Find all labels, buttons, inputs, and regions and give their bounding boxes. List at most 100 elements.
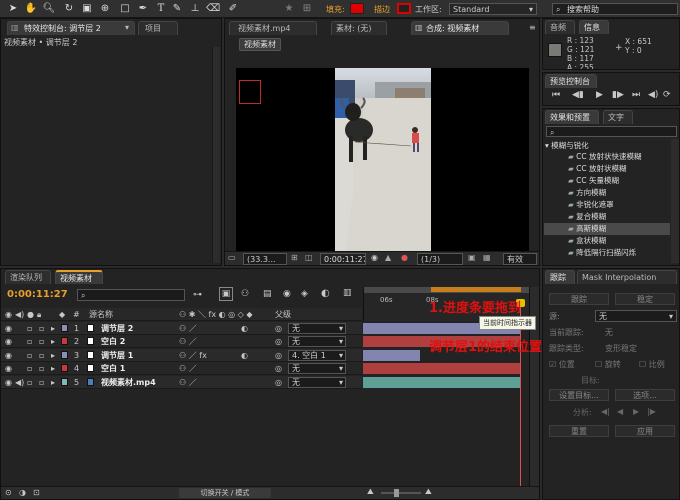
zoom-in-icon[interactable]: ⛰ [425, 487, 432, 497]
lock-icon[interactable]: ▥ [415, 23, 423, 32]
expand-arrow-icon[interactable]: ▸ [51, 323, 55, 334]
brush-tool-icon[interactable]: ✎ [170, 2, 184, 16]
layer-label-color[interactable] [61, 364, 68, 373]
show-snapshot-icon[interactable]: ▲ [385, 253, 391, 262]
roto-brush-tool-icon[interactable]: ✐ [226, 2, 240, 16]
scrollbar[interactable] [212, 47, 220, 263]
analyze-forward-icon[interactable]: ▶ [633, 407, 639, 416]
audio-toggle-icon[interactable]: ◀) [15, 377, 24, 388]
stabilize-button[interactable]: 稳定 [615, 293, 675, 305]
zoom-select[interactable]: (33.3... [243, 253, 287, 265]
layer-label-color[interactable] [61, 377, 68, 386]
zoom-out-icon[interactable]: ⛰ [367, 487, 374, 497]
work-area-end[interactable] [431, 287, 521, 292]
layer-name[interactable]: 视频素材.mp4 [101, 377, 156, 388]
layer-switches[interactable]: ⚇ ／ [179, 336, 197, 347]
first-frame-icon[interactable]: ⏮ [552, 90, 560, 100]
zoom-tool-icon[interactable]: 🔍︎ [42, 2, 56, 16]
effects-list-item[interactable]: ▰ CC 矢量模糊 [544, 175, 670, 187]
help-search-input[interactable]: ⌕ 搜索帮助 [552, 3, 678, 15]
grid-icon[interactable]: ⊞ [291, 253, 298, 262]
layer-duration-bar[interactable] [363, 363, 521, 375]
panel-menu-icon[interactable]: ≡ [529, 23, 536, 32]
viewer-sub-tab[interactable]: 视频素材 [239, 38, 281, 51]
effects-list-item[interactable]: ▰ 非锐化遮罩 [544, 199, 670, 211]
lock-toggle-box[interactable]: ▫ [39, 350, 44, 361]
tab-mask-interpolation[interactable]: Mask Interpolation [577, 270, 677, 284]
layer-row[interactable]: ◉ ▫ ▫ ▸ 4 空白 1 ⚇ ／ ◎ 无 ▾ [1, 362, 362, 376]
comp-settings-icon[interactable]: ⊙ [5, 488, 12, 497]
mask-visibility-icon[interactable]: ◫ [305, 253, 313, 262]
analyze-back-icon[interactable]: ◀| [601, 407, 610, 416]
loop-icon[interactable]: ⟳ [663, 90, 671, 100]
layer-row[interactable]: ◉ ▫ ▫ ▸ 1 调节层 2 ⚇ ／ ◐ ◎ 无 ▾ [1, 322, 362, 335]
workspace-select[interactable]: Standard ▾ [449, 3, 537, 15]
effects-category[interactable]: ▾ 模糊与锐化 [545, 140, 671, 151]
effects-list-item[interactable]: ▰ CC 放射状快速模糊 [544, 151, 670, 163]
tab-info[interactable]: 信息 [579, 20, 609, 34]
effects-list-item[interactable]: ▰ 方向模糊 [544, 187, 670, 199]
parent-select[interactable]: 无 ▾ [288, 363, 346, 375]
layer-row[interactable]: ◉ ▫ ▫ ▸ 2 空白 2 ⚇ ／ ◎ 无 ▾ [1, 335, 362, 349]
tab-render-queue[interactable]: 渲染队列 [5, 270, 51, 284]
frame-blending-icon[interactable]: ▤ [263, 289, 272, 299]
layer-row[interactable]: ◉ ◀) ▫ ▫ ▸ 5 视频素材.mp4 ⚇ ／ ◎ 无 ▾ [1, 375, 362, 389]
source-select[interactable]: 无 ▾ [595, 310, 677, 322]
text-tool-icon[interactable]: T [154, 2, 168, 16]
comp-mini-flowchart-icon[interactable]: ⊶ [193, 290, 202, 300]
effects-list-item[interactable]: ▰ CC 放射状模糊 [544, 163, 670, 175]
motion-blur-icon[interactable]: ◉ [283, 289, 291, 299]
parent-pickwhip-icon[interactable]: ◎ [275, 377, 282, 388]
zoom-slider-thumb[interactable] [394, 489, 399, 497]
graph-editor-icon[interactable]: ◐ [321, 288, 330, 299]
tab-material[interactable]: 素材: (无) [331, 21, 387, 35]
mask-tool-icon[interactable]: □ [118, 2, 132, 16]
layer-switches[interactable]: ⚇ ／ fx [179, 350, 207, 361]
parent-pickwhip-icon[interactable]: ◎ [275, 323, 282, 334]
timeline-search-input[interactable]: ⌕ [77, 289, 185, 301]
layer-row[interactable]: ◉ ▫ ▫ ▸ 3 调节层 1 ⚇ ／ fx ◐ ◎ 4. 空白 1 ▾ [1, 348, 362, 362]
hand-tool-icon[interactable]: ✋ [24, 2, 38, 16]
tab-audio[interactable]: 音频 [545, 20, 575, 34]
solo-toggle-box[interactable]: ▫ [27, 336, 32, 347]
viewer-timecode[interactable]: 0:00:11:27 [320, 253, 366, 265]
expand-arrow-icon[interactable]: ▸ [51, 350, 55, 361]
current-time-indicator[interactable] [520, 301, 521, 497]
layer-label-color[interactable] [61, 324, 68, 332]
eraser-tool-icon[interactable]: ⌫ [206, 2, 220, 16]
video-toggle-icon[interactable]: ◉ [5, 336, 12, 347]
scrollbar[interactable] [671, 139, 679, 263]
transparency-grid-icon[interactable]: ▦ [483, 253, 491, 262]
solo-toggle-box[interactable]: ▫ [27, 377, 32, 388]
next-frame-icon[interactable]: ▮▶ [612, 90, 624, 100]
expand-arrow-icon[interactable]: ▸ [51, 363, 55, 374]
tab-project[interactable]: 项目 [138, 21, 178, 35]
always-preview-icon[interactable]: ▭ [228, 253, 236, 262]
zoom-slider[interactable] [381, 492, 421, 494]
audio-icon[interactable]: ◀) [648, 90, 658, 100]
last-frame-icon[interactable]: ⏭ [632, 90, 640, 100]
layer-name[interactable]: 空白 1 [101, 363, 125, 374]
tab-effects-presets[interactable]: 效果和预置 [545, 110, 599, 124]
scale-checkbox[interactable]: ☐ 比例 [639, 359, 665, 370]
reset-button[interactable]: 重置 [549, 425, 609, 437]
chart-icon[interactable]: ▥ [343, 288, 352, 298]
parent-select[interactable]: 4. 空白 1 ▾ [288, 349, 346, 361]
effects-list-item[interactable]: ▰ 高斯模糊 [544, 223, 670, 235]
set-target-button[interactable]: 设置目标... [549, 389, 609, 401]
layer-duration-bar[interactable] [363, 349, 420, 361]
channel-icon[interactable]: ● [401, 253, 408, 262]
parent-pickwhip-icon[interactable]: ◎ [275, 350, 282, 361]
play-icon[interactable]: ▶ [596, 90, 603, 100]
apply-button[interactable]: 应用 [615, 425, 675, 437]
puppet-tool-icon[interactable]: ★ [282, 2, 296, 16]
layer-name[interactable]: 调节层 1 [101, 350, 133, 361]
layer-label-color[interactable] [61, 337, 68, 346]
stroke-color-swatch[interactable] [397, 3, 411, 14]
parent-select[interactable]: 无 ▾ [288, 336, 346, 348]
solo-toggle-box[interactable]: ▫ [27, 323, 32, 334]
parent-pickwhip-icon[interactable]: ◎ [275, 363, 282, 374]
effects-list-item[interactable]: ▰ 复合模糊 [544, 211, 670, 223]
adjustment-layer-icon[interactable]: ◐ [241, 350, 248, 361]
solo-toggle-box[interactable]: ▫ [27, 350, 32, 361]
